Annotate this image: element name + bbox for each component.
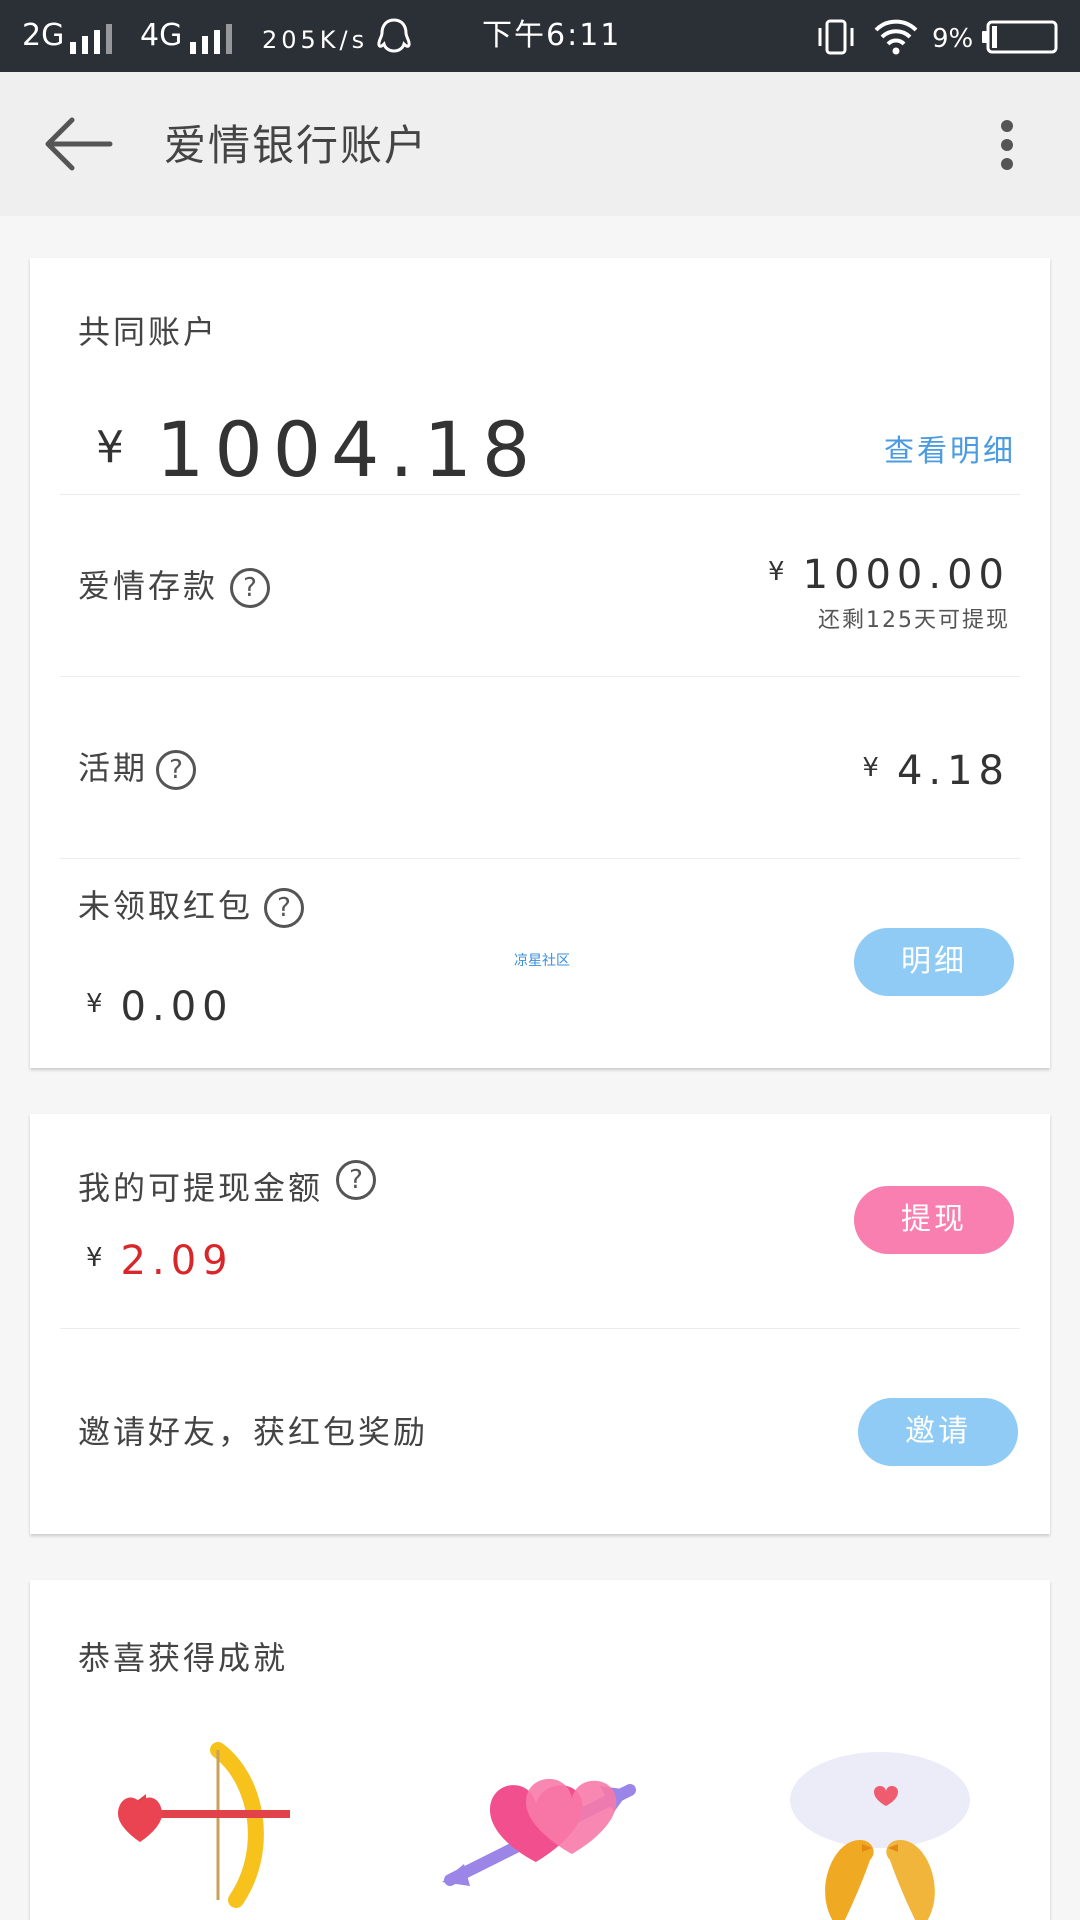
help-icon[interactable]: ? (336, 1160, 376, 1200)
network-2g: 2G (22, 18, 65, 53)
app-bar: 爱情银行账户 (0, 72, 1080, 216)
love-birds-icon[interactable] (770, 1730, 990, 1920)
achievements-title: 恭喜获得成就 (78, 1639, 289, 1677)
net-speed: 205K/s (262, 26, 369, 54)
wifi-icon (874, 19, 918, 55)
love-deposit-label: 爱情存款 (78, 567, 219, 605)
divider (60, 676, 1020, 677)
withdraw-countdown-note: 还剩125天可提现 (818, 608, 1010, 633)
red-packet-amount: ¥0.00 (86, 984, 234, 1030)
unclaimed-red-packet-label: 未领取红包 (78, 887, 254, 925)
view-details-link[interactable]: 查看明细 (884, 426, 1016, 470)
more-options-button[interactable] (982, 110, 1032, 180)
balance-value: 1004.18 (156, 405, 541, 494)
withdraw-button[interactable]: 提现 (854, 1186, 1014, 1254)
divider (60, 494, 1020, 495)
withdrawable-amount: ¥2.09 (86, 1238, 234, 1284)
divider (60, 1328, 1020, 1329)
status-bar: 2G 4G 205K/s 下午6:11 9% (0, 0, 1080, 72)
withdraw-card: 我的可提现金额 ? ¥2.09 提现 邀请好友，获红包奖励 邀请 (30, 1114, 1050, 1534)
current-account-amount: ¥4.18 (862, 748, 1010, 794)
help-icon[interactable]: ? (156, 750, 196, 790)
clock: 下午6:11 (482, 18, 622, 53)
more-vert-icon (1001, 120, 1013, 132)
back-arrow-icon (45, 117, 113, 171)
signal-icon (70, 22, 126, 54)
battery-icon (982, 20, 1058, 54)
divider (60, 858, 1020, 859)
help-icon[interactable]: ? (264, 888, 304, 928)
invite-text: 邀请好友，获红包奖励 (78, 1413, 429, 1451)
arrow-hearts-icon[interactable] (430, 1730, 650, 1920)
page-title: 爱情银行账户 (164, 121, 429, 170)
battery-percent: 9% (932, 24, 974, 54)
currency-symbol: ¥ (96, 422, 134, 473)
current-account-label: 活期 (78, 749, 149, 787)
withdrawable-label: 我的可提现金额 (78, 1169, 324, 1207)
achievements-card: 恭喜获得成就 (30, 1580, 1050, 1920)
red-packet-details-button[interactable]: 明细 (854, 928, 1014, 996)
network-4g: 4G (140, 18, 183, 53)
qq-icon (377, 18, 411, 53)
joint-account-title: 共同账户 (78, 313, 219, 351)
love-deposit-amount: ¥1000.00 (768, 552, 1010, 598)
signal-icon (190, 22, 246, 54)
invite-button[interactable]: 邀请 (858, 1398, 1018, 1466)
watermark: 凉星社区 (514, 953, 570, 969)
joint-account-balance: ¥1004.18 (96, 398, 540, 500)
cupid-bow-icon[interactable] (100, 1730, 320, 1920)
joint-account-card: 共同账户 ¥1004.18 查看明细 爱情存款 ? ¥1000.00 还剩125… (30, 258, 1050, 1068)
back-button[interactable] (40, 112, 116, 176)
help-icon[interactable]: ? (230, 568, 270, 608)
vibrate-icon (818, 19, 854, 55)
